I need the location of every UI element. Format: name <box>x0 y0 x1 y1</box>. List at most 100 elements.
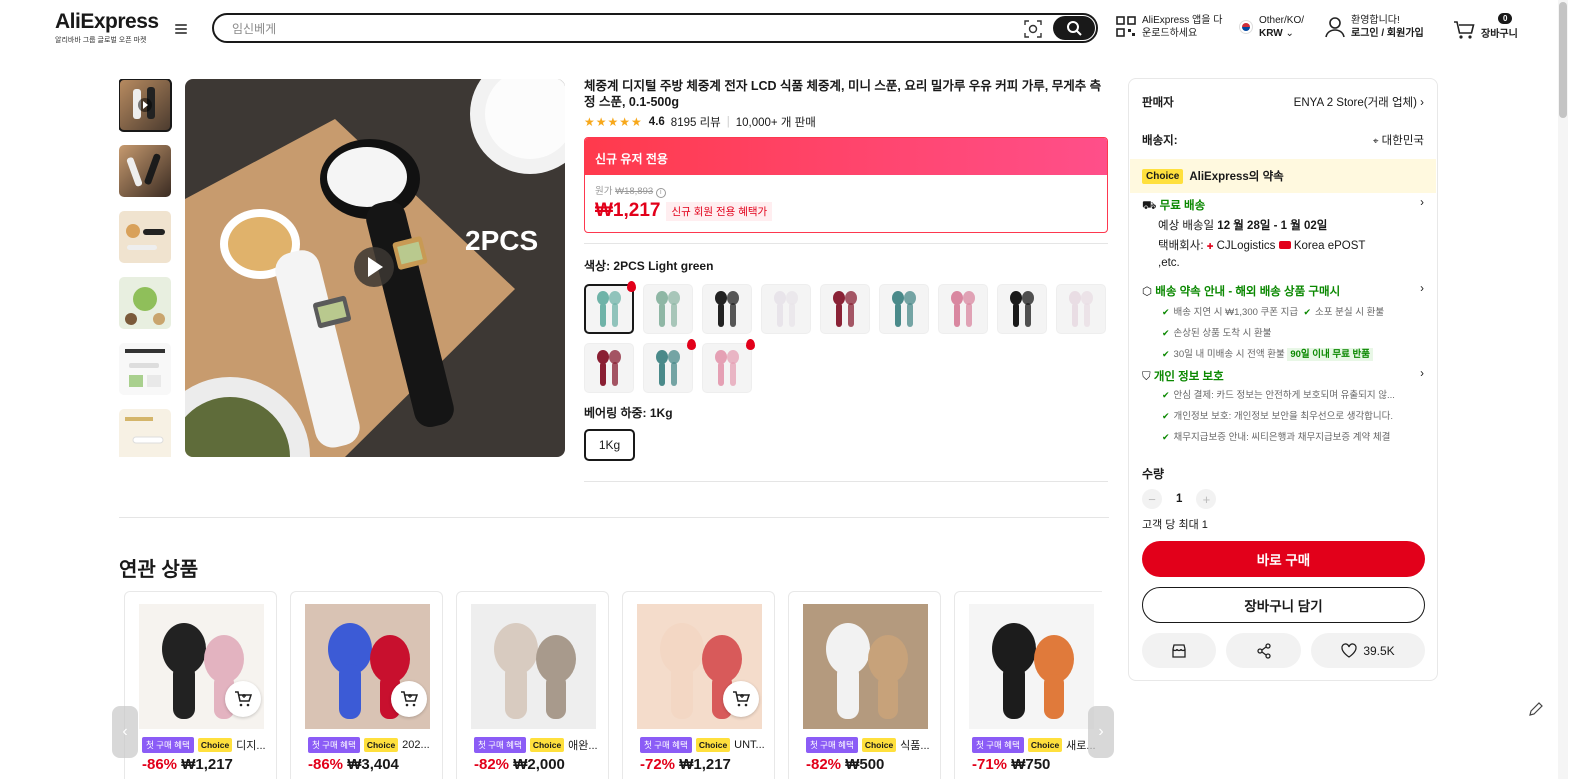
color-swatch[interactable] <box>702 284 752 334</box>
promise-list: ✔ 배송 지연 시 ₩1,300 쿠폰 지급 ✔ 소포 분실 시 환불 ✔ 손상된 상… <box>1162 307 1385 361</box>
color-swatch[interactable] <box>584 281 636 334</box>
color-swatch[interactable] <box>997 284 1047 334</box>
increase-button[interactable]: + <box>1196 489 1217 509</box>
edit-icon[interactable] <box>1527 700 1545 718</box>
seller-name[interactable]: ENYA 2 Store(거래 업체) <box>1294 97 1417 109</box>
divider <box>584 481 1108 482</box>
main-product-image[interactable]: 2PCS <box>185 79 565 457</box>
review-count[interactable]: 8195 리뷰 <box>671 114 721 130</box>
quantity-value[interactable]: 1 <box>1176 493 1182 505</box>
aliexpress-logo[interactable]: AliExpress 알리바바 그룹 글로벌 오픈 마켓 <box>55 10 159 45</box>
share-button[interactable] <box>1226 633 1301 668</box>
ship-country: 대한민국 <box>1381 135 1424 147</box>
color-swatch[interactable] <box>761 284 811 334</box>
product-name: 202... <box>402 739 430 751</box>
privacy-list: ✔ 안심 결제: 카드 정보는 안전하게 보호되며 유출되지 않... ✔ 개인정보… <box>1162 390 1395 443</box>
discount-percent: -71% <box>972 756 1008 773</box>
first-purchase-badge: 첫 구매 혜택 <box>972 737 1024 753</box>
color-swatch[interactable] <box>702 339 755 393</box>
delivery-promise-title: 배송 약속 안내 - 해외 배송 상품 구매시 <box>1155 286 1341 298</box>
thumbnail-image[interactable] <box>119 277 171 329</box>
search-input[interactable] <box>232 20 992 37</box>
info-icon[interactable]: i <box>655 188 666 198</box>
thumbnail-image[interactable] <box>119 211 171 263</box>
size-option-1kg[interactable]: 1Kg <box>584 429 635 461</box>
menu-icon[interactable] <box>173 22 189 36</box>
choice-badge: Choice <box>197 738 233 752</box>
color-swatch[interactable] <box>938 284 988 334</box>
seller-label: 판매자 <box>1142 97 1174 109</box>
choice-badge: Choice <box>1027 738 1063 752</box>
region-text: Other/KO/ <box>1259 15 1305 26</box>
thumbnail-image[interactable] <box>119 343 171 395</box>
delivery-promise-row[interactable]: ⬡ 배송 약속 안내 - 해외 배송 상품 구매시 › <box>1142 283 1424 299</box>
product-thumbnail[interactable] <box>969 604 1094 729</box>
discount-percent: -82% <box>474 756 510 773</box>
search-icon <box>1067 21 1082 36</box>
add-to-cart-button[interactable]: 장바구니 담기 <box>1142 587 1425 623</box>
buy-now-button[interactable]: 바로 구매 <box>1142 541 1425 577</box>
quantity-stepper: − 1 + <box>1142 489 1217 509</box>
related-product-card[interactable]: 첫 구매 혜택 Choice 새로... -71% ₩750 <box>954 591 1102 779</box>
seller-row[interactable]: 판매자 ENYA 2 Store(거래 업체) › <box>1142 94 1424 110</box>
store-icon <box>1172 643 1186 658</box>
thumbnail-video[interactable] <box>119 79 172 132</box>
related-product-card[interactable]: 첫 구매 혜택 Choice 식품... -82% ₩500 <box>788 591 941 779</box>
quantity-label: 수량 <box>1142 467 1165 481</box>
discount-percent: -86% <box>308 756 344 773</box>
product-thumbnail[interactable] <box>803 604 928 729</box>
related-product-card[interactable]: 첫 구매 혜택 Choice 디지... -86% ₩1,217 <box>124 591 277 779</box>
thumbnail-image[interactable] <box>119 145 171 197</box>
color-swatches <box>584 281 1114 393</box>
thumbnail-list <box>119 79 172 457</box>
original-price: ₩18,893 <box>615 186 654 197</box>
product-name: 식품... <box>900 740 930 752</box>
thumbnail-image[interactable] <box>119 409 171 457</box>
privacy-row[interactable]: ⛉ 개인 정보 보호 › <box>1142 368 1424 384</box>
hot-fire-icon <box>627 281 636 292</box>
add-to-cart-icon[interactable] <box>723 681 759 717</box>
color-swatch[interactable] <box>643 284 693 334</box>
related-products-list: 첫 구매 혜택 Choice 디지... -86% ₩1,217 첫 구매 혜택 Choi… <box>124 591 1102 779</box>
related-product-card[interactable]: 첫 구매 혜택 Choice 애완... -82% ₩2,000 <box>456 591 609 779</box>
korea-post-logo-icon <box>1278 241 1291 249</box>
shipping-to-row[interactable]: 배송지: ⌖ 대한민국 <box>1142 132 1424 148</box>
color-swatch[interactable] <box>584 343 634 393</box>
store-button[interactable] <box>1142 633 1216 668</box>
carousel-next-button[interactable]: › <box>1088 706 1114 758</box>
product-thumbnail[interactable] <box>471 604 596 729</box>
app-text-2: 운로드하세요 <box>1142 28 1198 39</box>
carousel-prev-button[interactable]: ‹ <box>112 706 138 758</box>
related-product-card[interactable]: 첫 구매 혜택 Choice 202... -86% ₩3,404 <box>290 591 443 779</box>
account-menu[interactable]: 환영합니다! 로그인 / 회원가입 <box>1325 14 1424 40</box>
share-icon <box>1256 642 1271 659</box>
image-search-icon[interactable] <box>1024 20 1042 38</box>
user-icon <box>1325 17 1345 38</box>
rating-value: 4.6 <box>648 116 665 128</box>
chevron-down-icon: ⌄ <box>1285 28 1294 39</box>
hot-fire-icon <box>687 339 696 350</box>
carrier-info: 택배회사: ✚ CJLogistics Korea ePOST ,etc. <box>1158 240 1366 269</box>
color-swatch[interactable] <box>1056 284 1106 334</box>
related-product-card[interactable]: 첫 구매 혜택 Choice UNT... -72% ₩1,217 <box>622 591 775 779</box>
add-to-cart-icon[interactable] <box>391 681 427 717</box>
discount-percent: -82% <box>806 756 842 773</box>
free-shipping-row[interactable]: ⛟ 무료 배송 › <box>1142 197 1424 214</box>
login-link[interactable]: 로그인 / 회원가입 <box>1351 28 1424 39</box>
color-swatch[interactable] <box>820 284 870 334</box>
decrease-button[interactable]: − <box>1142 489 1162 509</box>
wishlist-button[interactable]: 39.5K <box>1311 633 1425 668</box>
choice-promise-band: Choice AliExpress의 약속 <box>1130 159 1436 193</box>
search-bar <box>212 13 1098 43</box>
add-to-cart-icon[interactable] <box>225 681 261 717</box>
color-swatch[interactable] <box>643 339 696 393</box>
color-swatch[interactable] <box>879 284 929 334</box>
wishlist-count: 39.5K <box>1363 643 1395 658</box>
scrollbar-thumb[interactable] <box>1559 2 1567 118</box>
region-selector[interactable]: Other/KO/KRW ⌄ <box>1239 14 1304 40</box>
korea-flag-icon <box>1239 20 1253 34</box>
app-download[interactable]: AliExpress 앱을 다 운로드하세요 <box>1116 14 1222 40</box>
heart-icon <box>1341 643 1357 658</box>
quantity-limit: 고객 당 최대 1 <box>1142 519 1208 531</box>
search-button[interactable] <box>1053 16 1095 40</box>
